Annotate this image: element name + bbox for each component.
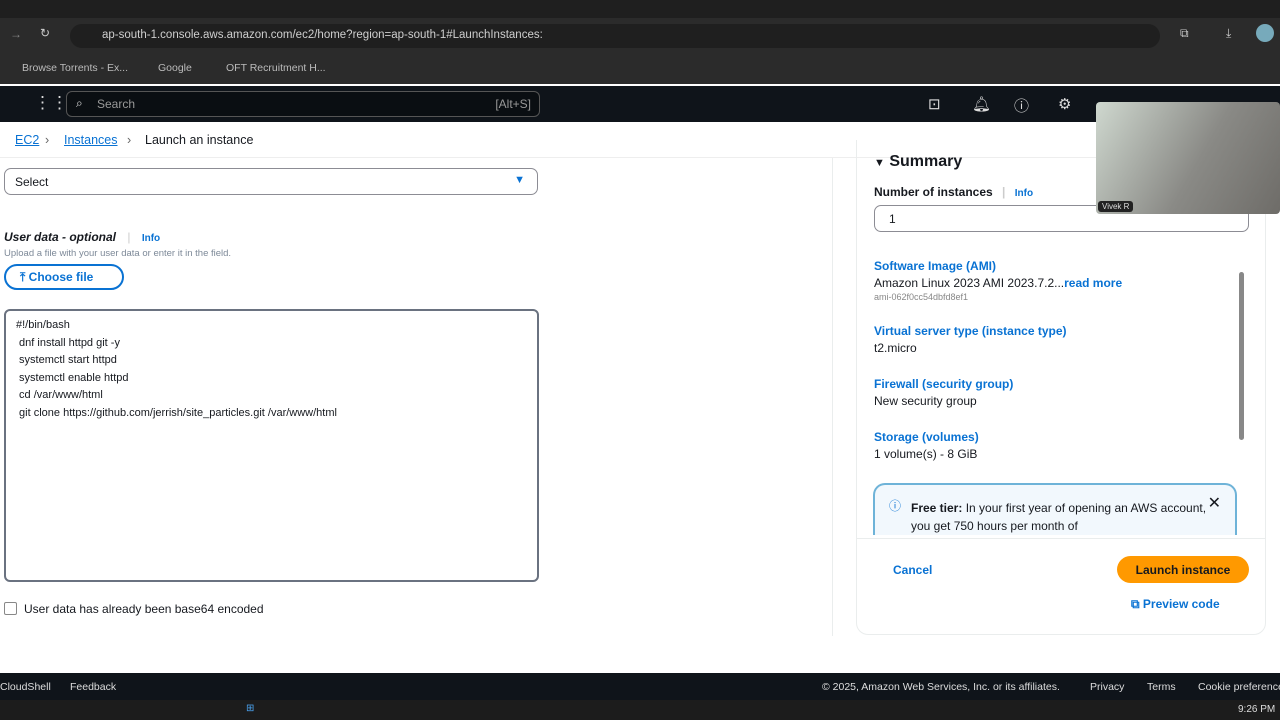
firewall-link[interactable]: Firewall (security group) bbox=[874, 377, 1234, 391]
breadcrumb-ec2[interactable]: EC2 bbox=[15, 133, 39, 147]
summary-header[interactable]: ▼ Summary bbox=[874, 153, 962, 171]
user-data-description: Upload a file with your user data or ent… bbox=[4, 248, 232, 259]
extensions-icon[interactable]: ⧉ bbox=[1180, 26, 1189, 41]
bookmark-item[interactable]: OFT Recruitment H... bbox=[226, 62, 326, 74]
free-tier-alert: ⓘ Free tier: In your first year of openi… bbox=[873, 483, 1237, 535]
chevron-right-icon: › bbox=[45, 133, 50, 147]
read-more-link[interactable]: read more bbox=[1064, 276, 1122, 290]
search-placeholder: Search bbox=[97, 97, 136, 111]
base64-checkbox[interactable] bbox=[4, 602, 17, 615]
address-bar[interactable]: ap-south-1.console.aws.amazon.com/ec2/ho… bbox=[70, 24, 1160, 48]
upload-icon: ⤒ bbox=[20, 270, 26, 284]
info-circle-icon: ⓘ bbox=[889, 499, 902, 513]
instance-type-link[interactable]: Virtual server type (instance type) bbox=[874, 324, 1234, 338]
privacy-link[interactable]: Privacy bbox=[1090, 681, 1124, 693]
profile-avatar[interactable] bbox=[1256, 24, 1274, 42]
chevron-right-icon: › bbox=[127, 133, 132, 147]
summary-title: Summary bbox=[889, 153, 963, 170]
storage-link[interactable]: Storage (volumes) bbox=[874, 430, 1234, 444]
webcam-name: Vivek R bbox=[1098, 201, 1134, 212]
firewall-value: New security group bbox=[874, 394, 977, 408]
ami-value: Amazon Linux 2023 AMI 2023.7.2... bbox=[874, 276, 1065, 290]
ami-link[interactable]: Software Image (AMI) bbox=[874, 259, 1234, 273]
clock: 9:26 PM bbox=[1238, 704, 1276, 715]
reload-icon[interactable]: ↻ bbox=[40, 26, 50, 40]
breadcrumb-current: Launch an instance bbox=[145, 133, 254, 147]
select-value: Select bbox=[15, 175, 49, 189]
help-icon[interactable]: ⓘ bbox=[1014, 95, 1029, 116]
summary-scrollbar[interactable] bbox=[1239, 272, 1244, 440]
breadcrumb-instances[interactable]: Instances bbox=[64, 133, 118, 147]
cookie-preferences-link[interactable]: Cookie preferences bbox=[1198, 681, 1280, 693]
select-dropdown[interactable]: Select ▼ bbox=[4, 168, 538, 195]
divider bbox=[832, 158, 833, 636]
forward-icon[interactable]: → bbox=[10, 27, 22, 41]
free-tier-title: Free tier: bbox=[911, 501, 963, 515]
caret-down-icon: ▼ bbox=[874, 157, 885, 169]
bookmark-item[interactable]: Google bbox=[158, 62, 192, 74]
preview-code-icon: ⧉ bbox=[1131, 597, 1140, 611]
user-data-label: User data - optional bbox=[4, 230, 117, 244]
num-instances-label-row: Number of instances | Info bbox=[874, 185, 1034, 199]
windows-start-icon[interactable]: ⊞ bbox=[246, 703, 254, 714]
close-icon[interactable]: ✕ bbox=[1208, 495, 1221, 513]
search-icon: ⌕ bbox=[76, 96, 83, 110]
browser-tab-bar bbox=[0, 0, 1280, 18]
ami-id: ami-062f0cc54dbfd8ef1 bbox=[874, 292, 969, 302]
bookmark-item[interactable]: Browse Torrents - Ex... bbox=[22, 62, 128, 74]
instance-type-value: t2.micro bbox=[874, 341, 917, 355]
download-icon[interactable]: ⤓ bbox=[1226, 26, 1231, 41]
bookmarks-bar: Browse Torrents - Ex... Google OFT Recru… bbox=[0, 54, 1280, 84]
choose-file-button[interactable]: ⤒ Choose file bbox=[4, 264, 124, 290]
summary-details: Software Image (AMI) Amazon Linux 2023 A… bbox=[874, 259, 1234, 461]
preview-code-button[interactable]: ⧉ Preview code bbox=[1131, 597, 1220, 612]
feedback-link[interactable]: Feedback bbox=[70, 681, 116, 693]
storage-value: 1 volume(s) - 8 GiB bbox=[874, 447, 978, 461]
divider bbox=[856, 538, 1266, 539]
info-link[interactable]: Info bbox=[142, 233, 160, 244]
settings-icon[interactable]: ⚙ bbox=[1058, 95, 1071, 113]
preview-code-label: Preview code bbox=[1142, 597, 1220, 611]
base64-label: User data has already been base64 encode… bbox=[24, 602, 264, 616]
user-data-label-row: User data - optional | Info bbox=[4, 230, 161, 244]
notifications-icon[interactable]: 🔔︎ bbox=[972, 95, 991, 113]
cloudshell-link[interactable]: CloudShell bbox=[0, 681, 51, 693]
info-link[interactable]: Info bbox=[1015, 188, 1033, 199]
launch-instance-button[interactable]: Launch instance bbox=[1117, 556, 1249, 583]
search-shortcut: [Alt+S] bbox=[495, 97, 531, 111]
terms-link[interactable]: Terms bbox=[1147, 681, 1176, 693]
user-data-textarea[interactable]: #!/bin/bash dnf install httpd git -y sys… bbox=[4, 309, 539, 582]
copyright: © 2025, Amazon Web Services, Inc. or its… bbox=[822, 681, 1060, 693]
windows-taskbar: ⊞ 9:26 PM bbox=[0, 700, 1280, 720]
aws-footer: CloudShell Feedback © 2025, Amazon Web S… bbox=[0, 673, 1280, 700]
cancel-button[interactable]: Cancel bbox=[893, 563, 932, 577]
choose-file-label: Choose file bbox=[28, 270, 94, 284]
cloudshell-icon[interactable]: ⊡ bbox=[928, 95, 941, 113]
webcam-overlay bbox=[1096, 102, 1280, 214]
num-instances-label: Number of instances bbox=[874, 185, 993, 199]
caret-down-icon: ▼ bbox=[514, 174, 525, 186]
search-input[interactable]: ⌕ Search [Alt+S] bbox=[66, 91, 540, 117]
